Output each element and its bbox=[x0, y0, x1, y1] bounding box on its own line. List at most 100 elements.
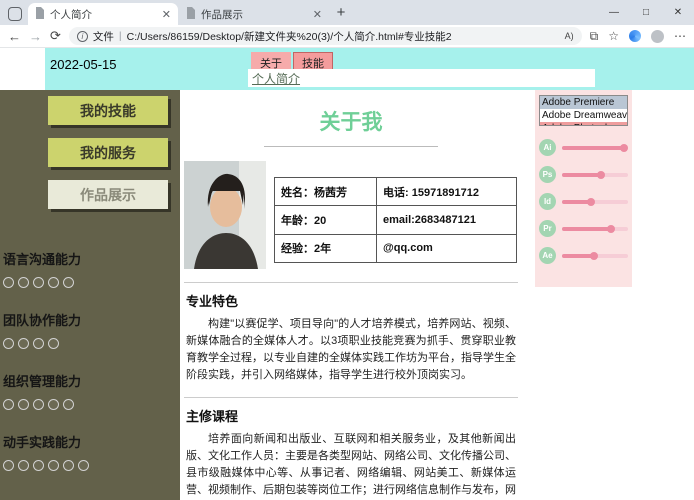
ability-label: 动手实践能力 bbox=[3, 435, 82, 450]
refresh-icon[interactable]: ⟳ bbox=[50, 28, 61, 44]
section-heading: 主修课程 bbox=[186, 409, 239, 425]
software-slider-row: Ai bbox=[539, 139, 628, 156]
listbox-option[interactable]: Adobe Dreamweaver bbox=[540, 109, 627, 122]
ability-item: 组织管理能力 bbox=[3, 371, 180, 415]
tab-title: 个人简介 bbox=[50, 8, 92, 21]
forward-icon[interactable]: → bbox=[29, 29, 42, 44]
window-controls: — □ ✕ bbox=[598, 0, 694, 25]
settings-menu-icon[interactable]: ⋯ bbox=[674, 29, 686, 43]
minimize-button[interactable]: — bbox=[598, 7, 630, 18]
tab-bar: 个人简介 ✕ 作品展示 ✕ + — □ ✕ bbox=[0, 0, 694, 25]
tab-actions-icon[interactable] bbox=[8, 7, 22, 21]
table-row: 经验：2年 @qq.com bbox=[274, 233, 517, 264]
page: 2022-05-15 关于 技能 个人简介 我的技能 我的服务 作品展示 语言沟… bbox=[0, 48, 694, 500]
sidebar-button-my-skills[interactable]: 我的技能 bbox=[48, 96, 168, 125]
ability-rating-dots[interactable] bbox=[3, 397, 180, 415]
profile-photo bbox=[184, 161, 266, 269]
ability-label: 团队协作能力 bbox=[3, 313, 82, 328]
sidebar-button-works[interactable]: 作品展示 bbox=[48, 180, 168, 209]
slider-knob[interactable] bbox=[619, 143, 628, 152]
profile-row: 姓名：杨茜芳 电话: 15971891712 年龄：20 email:26834… bbox=[184, 161, 518, 269]
close-button[interactable]: ✕ bbox=[662, 7, 694, 18]
skill-slider[interactable] bbox=[562, 143, 628, 152]
software-slider-row: Pr bbox=[539, 220, 628, 237]
email-domain-cell: @qq.com bbox=[376, 233, 517, 264]
skill-slider[interactable] bbox=[562, 197, 628, 206]
software-slider-list: Ai Ps Id Pr Ae bbox=[539, 139, 628, 264]
split-screen-icon[interactable]: ⧉ bbox=[590, 29, 599, 44]
url-text: C:/Users/86159/Desktop/新建文件夹%20(3)/个人简介.… bbox=[126, 30, 452, 43]
ability-rating-dots[interactable] bbox=[3, 275, 180, 293]
main-content: Adobe Premiere Adobe Dreamweaver Adobe P… bbox=[180, 90, 694, 500]
illustrator-badge-icon: Ai bbox=[539, 139, 556, 156]
profile-link[interactable]: 个人简介 bbox=[252, 70, 300, 87]
address-bar: ← → ⟳ i 文件 | C:/Users/86159/Desktop/新建文件… bbox=[0, 25, 694, 48]
ability-rating-dots[interactable] bbox=[3, 458, 180, 476]
profile-avatar[interactable] bbox=[651, 29, 664, 43]
tab-title: 作品展示 bbox=[201, 8, 243, 21]
slider-knob[interactable] bbox=[606, 224, 615, 233]
page-body: 我的技能 我的服务 作品展示 语言沟通能力 团队协作能力 组织管理能力 动手实践… bbox=[0, 90, 694, 500]
photoshop-badge-icon: Ps bbox=[539, 166, 556, 183]
read-aloud-icon[interactable]: A) bbox=[565, 31, 574, 41]
page-favicon-icon bbox=[35, 6, 45, 22]
listbox-option[interactable]: Adobe Photoshop bbox=[540, 122, 627, 125]
slider-knob[interactable] bbox=[590, 251, 598, 260]
ability-rating-dots[interactable] bbox=[3, 336, 180, 354]
ability-list: 语言沟通能力 团队协作能力 组织管理能力 动手实践能力 bbox=[0, 249, 180, 476]
address-separator: | bbox=[118, 30, 122, 42]
section-body: 构建"以赛促学、项目导向"的人才培养模式，培养网站、视频、新媒体融合的全媒体人才… bbox=[186, 318, 516, 382]
tab-close-icon[interactable]: ✕ bbox=[162, 8, 171, 21]
page-title: 关于我 bbox=[319, 111, 383, 134]
ability-item: 动手实践能力 bbox=[3, 432, 180, 476]
tab-close-icon[interactable]: ✕ bbox=[313, 8, 322, 21]
browser-tab-profile[interactable]: 个人简介 ✕ bbox=[28, 3, 178, 25]
about-content: 关于我 姓名：杨茜芳 电话: 15971891712 年龄：20 email:2… bbox=[180, 106, 524, 500]
page-header: 2022-05-15 关于 技能 个人简介 bbox=[45, 48, 694, 90]
browser-window: 个人简介 ✕ 作品展示 ✕ + — □ ✕ ← → ⟳ i 文件 | C:/Us… bbox=[0, 0, 694, 500]
favorites-star-icon[interactable]: ☆ bbox=[608, 29, 619, 43]
page-info-icon[interactable]: i bbox=[76, 30, 88, 42]
section-courses: 主修课程 培养面向新闻和出版业、互联网和相关服务业，及其他新闻出版、文化工作人员… bbox=[184, 397, 518, 500]
maximize-button[interactable]: □ bbox=[630, 7, 662, 18]
software-slider-row: Ps bbox=[539, 166, 628, 183]
copilot-icon[interactable] bbox=[629, 30, 641, 42]
email-cell: email:2683487121 bbox=[376, 205, 517, 235]
table-row: 年龄：20 email:2683487121 bbox=[274, 205, 517, 235]
skill-slider[interactable] bbox=[562, 170, 628, 179]
slider-knob[interactable] bbox=[596, 170, 605, 179]
slider-knob[interactable] bbox=[586, 197, 595, 206]
software-slider-row: Id bbox=[539, 193, 628, 210]
left-sidebar: 我的技能 我的服务 作品展示 语言沟通能力 团队协作能力 组织管理能力 动手实践… bbox=[0, 90, 180, 500]
software-slider-row: Ae bbox=[539, 247, 628, 264]
toolbar-icons: ⧉ ☆ ⋯ bbox=[590, 29, 686, 44]
address-input[interactable]: i 文件 | C:/Users/86159/Desktop/新建文件夹%20(3… bbox=[68, 27, 582, 45]
back-icon[interactable]: ← bbox=[8, 29, 21, 44]
sidebar-button-my-services[interactable]: 我的服务 bbox=[48, 138, 168, 167]
section-features: 专业特色 构建"以赛促学、项目导向"的人才培养模式，培养网站、视频、新媒体融合的… bbox=[184, 282, 518, 384]
page-favicon-icon bbox=[186, 6, 196, 22]
name-cell: 姓名：杨茜芳 bbox=[274, 176, 377, 207]
title-divider bbox=[264, 146, 438, 147]
skill-slider[interactable] bbox=[562, 251, 628, 260]
experience-cell: 经验：2年 bbox=[274, 233, 377, 264]
software-listbox[interactable]: Adobe Premiere Adobe Dreamweaver Adobe P… bbox=[539, 95, 628, 126]
link-strip: 个人简介 bbox=[248, 69, 595, 87]
section-heading: 专业特色 bbox=[186, 294, 239, 309]
listbox-option[interactable]: Adobe Premiere bbox=[540, 96, 627, 109]
ability-label: 语言沟通能力 bbox=[3, 252, 82, 267]
browser-tab-works[interactable]: 作品展示 ✕ bbox=[179, 3, 329, 25]
protocol-label: 文件 bbox=[92, 30, 114, 43]
skill-slider[interactable] bbox=[562, 224, 628, 233]
software-skills-panel: Adobe Premiere Adobe Dreamweaver Adobe P… bbox=[535, 90, 632, 287]
ability-item: 团队协作能力 bbox=[3, 310, 180, 354]
aftereffects-badge-icon: Ae bbox=[539, 247, 556, 264]
ability-item: 语言沟通能力 bbox=[3, 249, 180, 293]
table-row: 姓名：杨茜芳 电话: 15971891712 bbox=[274, 176, 517, 207]
ability-label: 组织管理能力 bbox=[3, 374, 82, 389]
indesign-badge-icon: Id bbox=[539, 193, 556, 210]
new-tab-button[interactable]: + bbox=[330, 3, 352, 25]
section-body: 培养面向新闻和出版业、互联网和相关服务业，及其他新闻出版、文化工作人员：主要是各… bbox=[186, 433, 516, 497]
info-table: 姓名：杨茜芳 电话: 15971891712 年龄：20 email:26834… bbox=[274, 176, 517, 264]
age-cell: 年龄：20 bbox=[274, 205, 377, 235]
